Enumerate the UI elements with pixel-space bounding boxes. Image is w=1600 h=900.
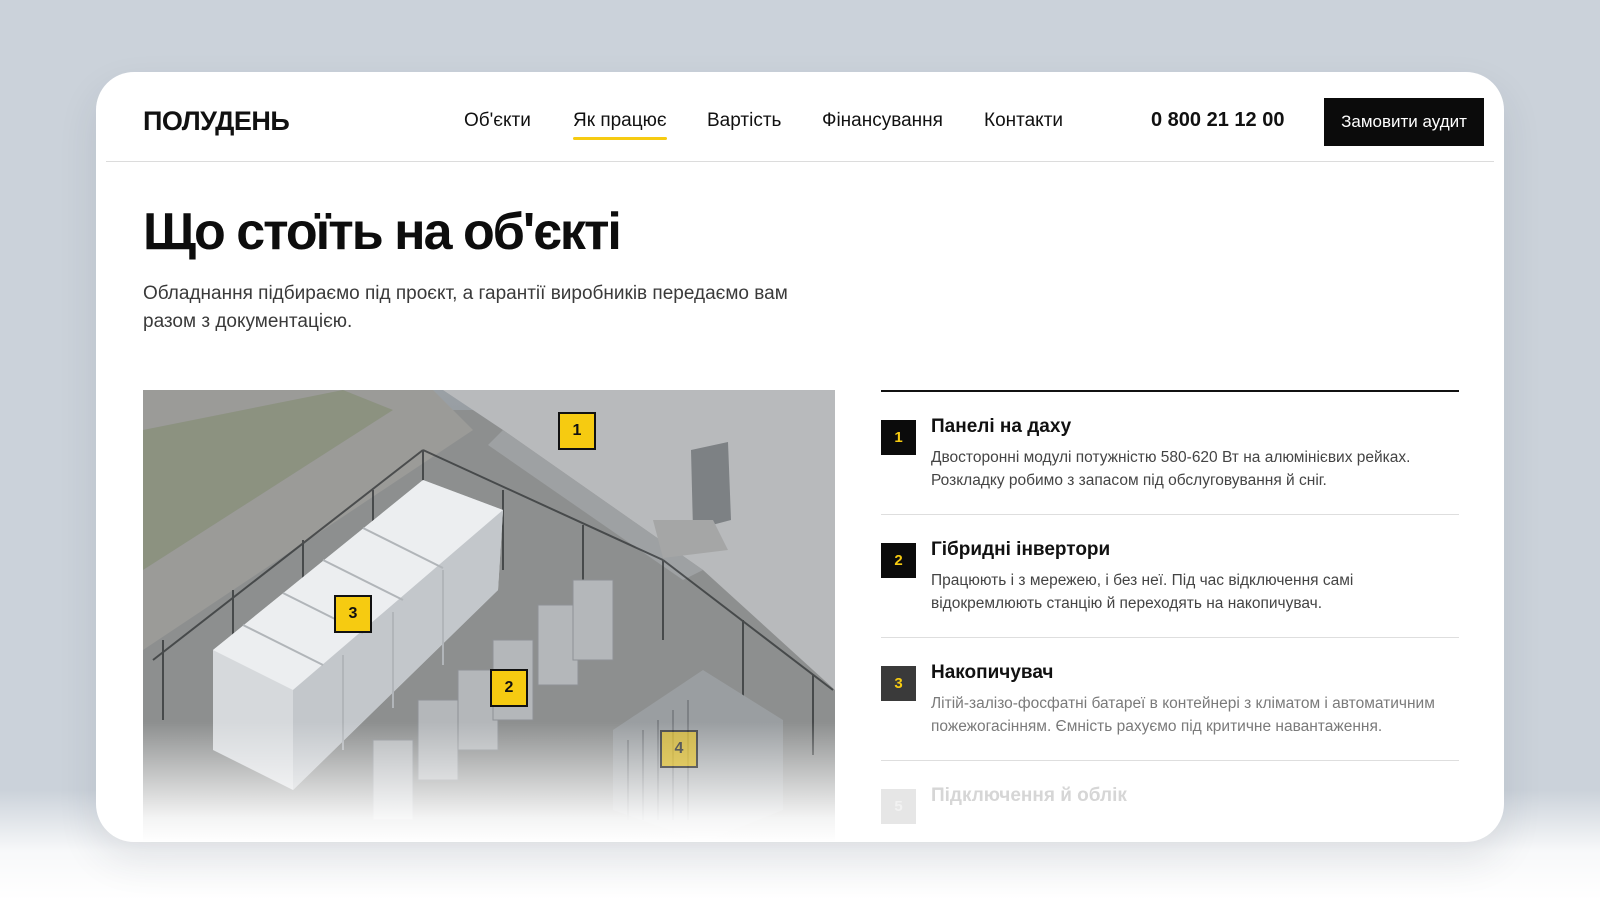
page-card: ПОЛУДЕНЬ Об'єкти Як працює Вартість Фіна… — [96, 72, 1504, 842]
item-description: Літій-залізо-фосфатні батареї в контейне… — [931, 695, 1435, 735]
item-title: Панелі на даху — [931, 416, 1072, 437]
item-number-badge: 5 — [881, 789, 916, 824]
nav-item-contacts[interactable]: Контакти — [984, 110, 1063, 132]
nav-item-financing[interactable]: Фінансування — [822, 110, 943, 132]
main-nav: Об'єкти Як працює Вартість Фінансування … — [106, 72, 1494, 162]
photo-marker-panels[interactable]: 1 — [558, 412, 596, 450]
page-title: Що стоїть на об'єкті — [143, 203, 622, 261]
item-number-badge: 3 — [881, 666, 916, 701]
item-number-badge: 1 — [881, 420, 916, 455]
item-title: Накопичувач — [931, 662, 1054, 683]
list-item[interactable]: 3 Накопичувач Літій-залізо-фосфатні бата… — [881, 638, 1459, 761]
list-item[interactable]: 1 Панелі на даху Двосторонні модулі поту… — [881, 392, 1459, 515]
nav-item-how-it-works[interactable]: Як працює — [573, 110, 667, 140]
nav-item-objects[interactable]: Об'єкти — [464, 110, 531, 132]
phone-number[interactable]: 0 800 21 12 00 — [1151, 109, 1284, 132]
item-description: Працюють і з мережею, і без неї. Під час… — [931, 572, 1354, 612]
item-number-badge: 2 — [881, 543, 916, 578]
item-title: Підключення й облік — [931, 785, 1127, 806]
photo-marker-inverters[interactable]: 2 — [490, 669, 528, 707]
site-header: ПОЛУДЕНЬ Об'єкти Як працює Вартість Фіна… — [106, 72, 1494, 162]
order-audit-button[interactable]: Замовити аудит — [1324, 98, 1484, 146]
nav-item-pricing[interactable]: Вартість — [707, 110, 781, 132]
photo-fade-overlay — [143, 722, 835, 842]
photo-marker-storage[interactable]: 3 — [334, 595, 372, 633]
item-description: Двосторонні модулі потужністю 580-620 Вт… — [931, 449, 1411, 489]
site-photo: 1 3 2 4 — [143, 390, 835, 842]
item-title: Гібридні інвертори — [931, 539, 1111, 560]
photo-marker-connection[interactable]: 4 — [660, 730, 698, 768]
page-subtitle: Обладнання підбираємо під проєкт, а гара… — [143, 283, 788, 332]
list-item[interactable]: 2 Гібридні інвертори Працюють і з мереже… — [881, 515, 1459, 638]
list-item[interactable]: 5 Підключення й облік — [881, 761, 1459, 837]
equipment-list: 1 Панелі на даху Двосторонні модулі поту… — [881, 390, 1459, 837]
